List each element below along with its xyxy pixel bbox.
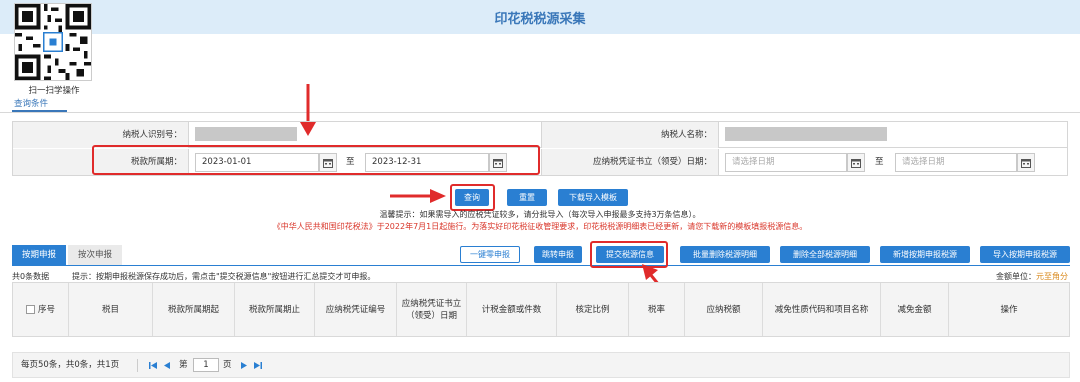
tab-periodic-declare[interactable]: 按期申报: [12, 245, 66, 265]
column-header: 应纳税额: [685, 283, 763, 336]
select-all-checkbox[interactable]: [25, 305, 35, 314]
taxpayer-name-value: [725, 127, 887, 141]
hint-import-limit: 温馨提示：如果需导入的应税凭证较多，请分批导入（每次导入申报最多支持3万条信息）…: [379, 210, 701, 219]
column-header: 应纳税凭证编号: [315, 283, 397, 336]
page-number-input[interactable]: 1: [193, 358, 219, 372]
column-header: 税率: [629, 283, 685, 336]
pagination-summary: 每页50条，共0条，共1页: [21, 360, 120, 370]
calendar-icon[interactable]: [1017, 153, 1035, 172]
next-page-icon[interactable]: [239, 361, 248, 370]
source-table: 序号 税目 税款所属期起 税款所属期止 应纳税凭证编号 应纳税凭证书立（领受）日…: [12, 282, 1070, 337]
delete-all-button[interactable]: 删除全部税源明细: [780, 246, 870, 263]
page-title: 印花税税源采集: [494, 12, 586, 27]
submit-tip: 提示：按期申报税源保存成功后，需点击"提交税源信息"按钮进行汇总提交才可申报。: [72, 272, 376, 281]
column-header-index: 序号: [13, 283, 69, 336]
zero-declare-button[interactable]: 一键零申报: [460, 246, 520, 263]
prev-page-icon[interactable]: [163, 361, 172, 370]
amount-unit-value: 元至角分: [1036, 272, 1068, 281]
column-header: 减免金额: [881, 283, 949, 336]
calendar-icon[interactable]: [847, 153, 865, 172]
pagination: 每页50条，共0条，共1页 第 1 页: [12, 352, 1070, 378]
amount-unit-label: 金额单位：: [996, 272, 1036, 281]
page-prefix: 第: [179, 360, 188, 370]
download-template-button[interactable]: 下载导入模板: [558, 189, 628, 206]
column-header: 税款所属期止: [235, 283, 315, 336]
voucher-date-label: 应纳税凭证书立（领受）日期：: [541, 149, 719, 175]
annotation-arrow-right-icon: [390, 189, 446, 203]
voucher-date-start-input[interactable]: 请选择日期: [725, 153, 847, 172]
column-header: 减免性质代码和项目名称: [763, 283, 881, 336]
pagination-divider: [137, 359, 138, 372]
voucher-date-end-input[interactable]: 请选择日期: [895, 153, 1017, 172]
annotation-highlight-query: [450, 184, 495, 211]
add-periodic-source-button[interactable]: 新增按期申报税源: [880, 246, 970, 263]
reset-button[interactable]: 重置: [507, 189, 547, 206]
column-header: 税款所属期起: [153, 283, 235, 336]
header-divider: [0, 112, 1080, 113]
last-page-icon[interactable]: [253, 361, 262, 370]
hint-stamp-tax-law: 《中华人民共和国印花税法》于2022年7月1日起施行。为落实好印花税征收管理要求…: [272, 222, 808, 231]
taxpayer-id-value: [195, 127, 297, 141]
scan-label: 扫一扫学操作: [28, 86, 80, 96]
column-header: 操作: [1000, 304, 1018, 315]
record-count: 共0条数据: [12, 272, 50, 281]
tabs-underline: [12, 265, 1070, 266]
column-header: 计税金额或件数: [467, 283, 557, 336]
column-header: 应纳税凭证书立（领受）日期: [397, 283, 467, 336]
first-page-icon[interactable]: [149, 361, 158, 370]
batch-delete-button[interactable]: 批量删除税源明细: [680, 246, 770, 263]
column-header: 税目: [69, 283, 153, 336]
taxpayer-name-label: 纳税人名称：: [541, 122, 719, 148]
transfer-declare-button[interactable]: 跳转申报: [534, 246, 582, 263]
voucher-date-to-label: 至: [875, 157, 884, 167]
tab-per-instance-declare[interactable]: 按次申报: [68, 245, 122, 265]
column-header: 核定比例: [557, 283, 629, 336]
page-suffix: 页: [223, 360, 232, 370]
amount-unit: 金额单位：元至角分: [996, 271, 1068, 282]
import-periodic-source-button[interactable]: 导入按期申报税源: [980, 246, 1070, 263]
column-label: 序号: [37, 304, 55, 315]
qr-code: [14, 3, 92, 81]
annotation-highlight-tax-period: [92, 145, 540, 175]
query-conditions-tab[interactable]: 查询条件: [14, 97, 48, 109]
